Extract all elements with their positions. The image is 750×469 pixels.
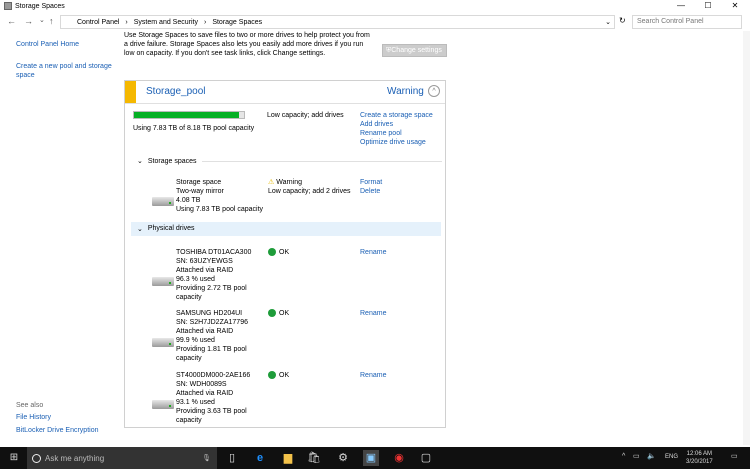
ok-check-icon — [268, 309, 276, 318]
sidebar-create-pool[interactable]: Create a new pool and storage space — [16, 62, 116, 80]
start-button[interactable]: ⊞ — [6, 450, 22, 466]
action-center-icon[interactable]: ▭ — [731, 452, 738, 460]
crumb-storage-spaces[interactable]: Storage Spaces — [212, 19, 262, 26]
file-explorer-icon[interactable]: ▆ — [280, 450, 296, 466]
forward-button[interactable]: → — [24, 16, 33, 26]
dropdown-icon[interactable]: ⌄ — [605, 18, 611, 26]
microphone-icon[interactable]: 🎙 — [202, 454, 211, 462]
drive-status: OK — [279, 372, 290, 379]
change-settings-button[interactable]: ⛨Change settings — [382, 44, 447, 57]
close-button[interactable]: ✕ — [724, 0, 746, 12]
physical-drives-section-toggle[interactable]: ⌄ Physical drives — [131, 222, 441, 236]
format-link[interactable]: Format — [360, 178, 382, 187]
pool-name: Storage_pool — [146, 86, 206, 97]
control-panel-icon[interactable]: ▣ — [363, 450, 379, 466]
capacity-text: Using 7.83 TB of 8.18 TB pool capacity — [133, 125, 255, 132]
physical-drive-icon — [152, 338, 174, 347]
divider — [125, 103, 445, 104]
terminal-icon[interactable]: ▢ — [418, 450, 434, 466]
store-icon[interactable]: 🛍 — [306, 450, 322, 466]
network-icon[interactable]: ▭ — [633, 452, 640, 460]
add-drives-link[interactable]: Add drives — [360, 120, 393, 129]
storage-space-item: Storage space Two-way mirror 4.08 TB Usi… — [176, 179, 264, 213]
physical-drive-icon — [152, 277, 174, 286]
language-indicator[interactable]: ENG — [665, 454, 678, 460]
crumb-system-security[interactable]: System and Security — [134, 19, 198, 26]
sidebar-control-panel-home[interactable]: Control Panel Home — [16, 41, 79, 48]
sidebar-bitlocker[interactable]: BitLocker Drive Encryption — [16, 427, 98, 434]
chrome-icon[interactable]: ◉ — [391, 450, 407, 466]
drive-status: OK — [279, 310, 290, 317]
cortana-icon — [32, 453, 41, 463]
capacity-bar — [133, 111, 245, 119]
collapse-button[interactable]: ^ — [428, 85, 440, 97]
chevron-down-icon: ⌄ — [137, 158, 143, 165]
up-button[interactable]: ↑ — [49, 16, 54, 26]
physical-drive-item: SAMSUNG HD204UI SN: S2H7JD2ZA17796 Attache… — [176, 310, 248, 362]
back-button[interactable]: ← — [7, 16, 16, 26]
chevron-down-icon: ⌄ — [137, 226, 143, 233]
taskbar: ⊞ Ask me anything 🎙 ▯ e ▆ 🛍 ⚙ ▣ ◉ ▢ ^ ▭ … — [0, 447, 750, 469]
intro-text: Use Storage Spaces to save files to two … — [124, 32, 370, 57]
search-input[interactable]: Search Control Panel — [632, 15, 742, 29]
chevron-right-icon: › — [203, 18, 207, 26]
minimize-button[interactable]: — — [670, 0, 692, 12]
rename-drive-link[interactable]: Rename — [360, 371, 386, 380]
app-icon[interactable]: ⚙ — [335, 450, 351, 466]
divider — [201, 160, 442, 162]
drive-status: OK — [279, 249, 290, 256]
optimize-drive-usage-link[interactable]: Optimize drive usage — [360, 138, 426, 147]
sidebar-file-history[interactable]: File History — [16, 414, 51, 421]
pool-message: Low capacity; add drives — [267, 112, 344, 119]
delete-link[interactable]: Delete — [360, 187, 380, 196]
maximize-button[interactable]: ☐ — [697, 0, 719, 12]
physical-drive-icon — [152, 400, 174, 409]
edge-icon[interactable]: e — [252, 450, 268, 466]
window-title: Storage Spaces — [15, 3, 65, 10]
rename-pool-link[interactable]: Rename pool — [360, 129, 402, 138]
recent-locations-button[interactable]: ⌄ — [39, 16, 45, 24]
rename-drive-link[interactable]: Rename — [360, 309, 386, 318]
see-also-label: See also — [16, 402, 44, 409]
space-status-detail: Low capacity; add 2 drives — [268, 188, 351, 195]
task-view-icon[interactable]: ▯ — [224, 450, 240, 466]
ok-check-icon — [268, 248, 276, 257]
physical-drive-item: TOSHIBA DT01ACA300 SN: 63UZYEWGS Attached … — [176, 249, 252, 301]
rename-drive-link[interactable]: Rename — [360, 248, 386, 257]
storage-space-drive-icon — [152, 197, 174, 206]
vertical-scrollbar[interactable] — [743, 31, 750, 445]
create-storage-space-link[interactable]: Create a storage space — [360, 111, 433, 120]
storage-pool-panel: Storage_pool Warning ^ Using 7.83 TB of … — [124, 80, 446, 428]
tray-chevron-icon[interactable]: ^ — [622, 453, 625, 460]
warning-icon: ⚠ — [268, 179, 275, 186]
space-status: Warning — [276, 179, 303, 186]
capacity-bar-fill — [134, 112, 240, 118]
ok-check-icon — [268, 371, 276, 380]
storage-spaces-section-toggle[interactable]: ⌄ Storage spaces — [137, 157, 442, 165]
pool-status: Warning — [387, 86, 424, 97]
cortana-search-box[interactable]: Ask me anything 🎙 — [27, 447, 217, 469]
chevron-right-icon: › — [125, 18, 128, 26]
storage-spaces-icon — [4, 2, 12, 10]
crumb-control-panel[interactable]: Control Panel — [77, 19, 119, 26]
clock[interactable]: 12:06 AM 3/20/2017 — [686, 450, 713, 466]
refresh-button[interactable]: ↻ — [619, 16, 626, 25]
volume-icon[interactable]: 🔈 — [647, 452, 656, 460]
physical-drive-item: ST4000DM000-2AE166 SN: WDH0089S Attached v… — [176, 372, 251, 424]
warning-stripe — [125, 81, 136, 103]
address-bar[interactable]: Control Panel › System and Security › Stor… — [60, 15, 615, 29]
